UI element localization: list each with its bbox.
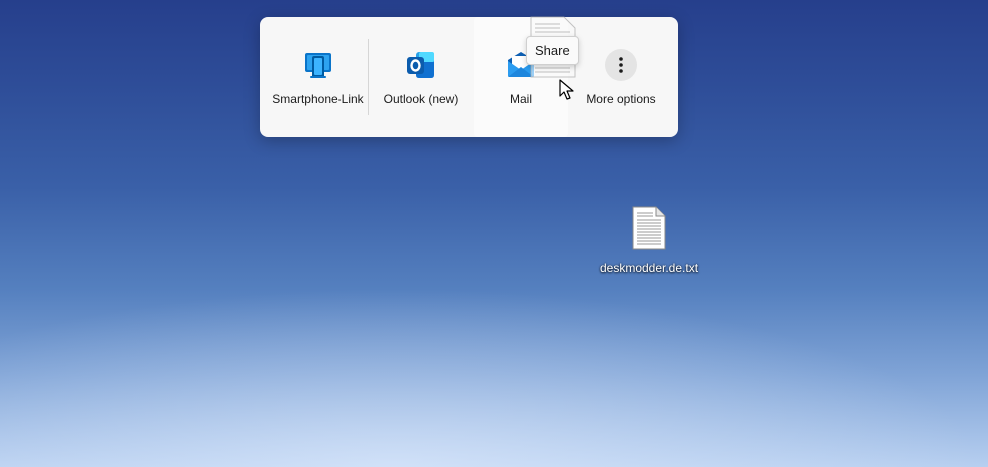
share-target-label: More options: [586, 92, 656, 106]
more-options-icon: [604, 48, 638, 82]
mouse-pointer-icon: [559, 79, 575, 101]
wallpaper-haze: [0, 287, 988, 467]
desktop-file-name: deskmodder.de.txt: [599, 261, 699, 275]
desktop-file-item[interactable]: deskmodder.de.txt: [596, 206, 702, 275]
share-target-label: Smartphone-Link: [272, 92, 364, 106]
share-target-outlook[interactable]: Outlook (new): [372, 17, 470, 137]
share-flyout: Smartphone-Link Outlook (new) Mail More …: [260, 17, 678, 137]
share-target-smartphone-link[interactable]: Smartphone-Link: [268, 17, 368, 137]
share-target-label: Mail: [509, 92, 532, 106]
text-file-icon: [632, 206, 666, 255]
share-more-options[interactable]: More options: [574, 17, 668, 137]
phone-link-icon: [301, 48, 335, 82]
share-target-label: Outlook (new): [383, 92, 459, 106]
outlook-icon: [404, 48, 438, 82]
share-tooltip: Share: [526, 36, 579, 65]
divider: [368, 39, 369, 115]
